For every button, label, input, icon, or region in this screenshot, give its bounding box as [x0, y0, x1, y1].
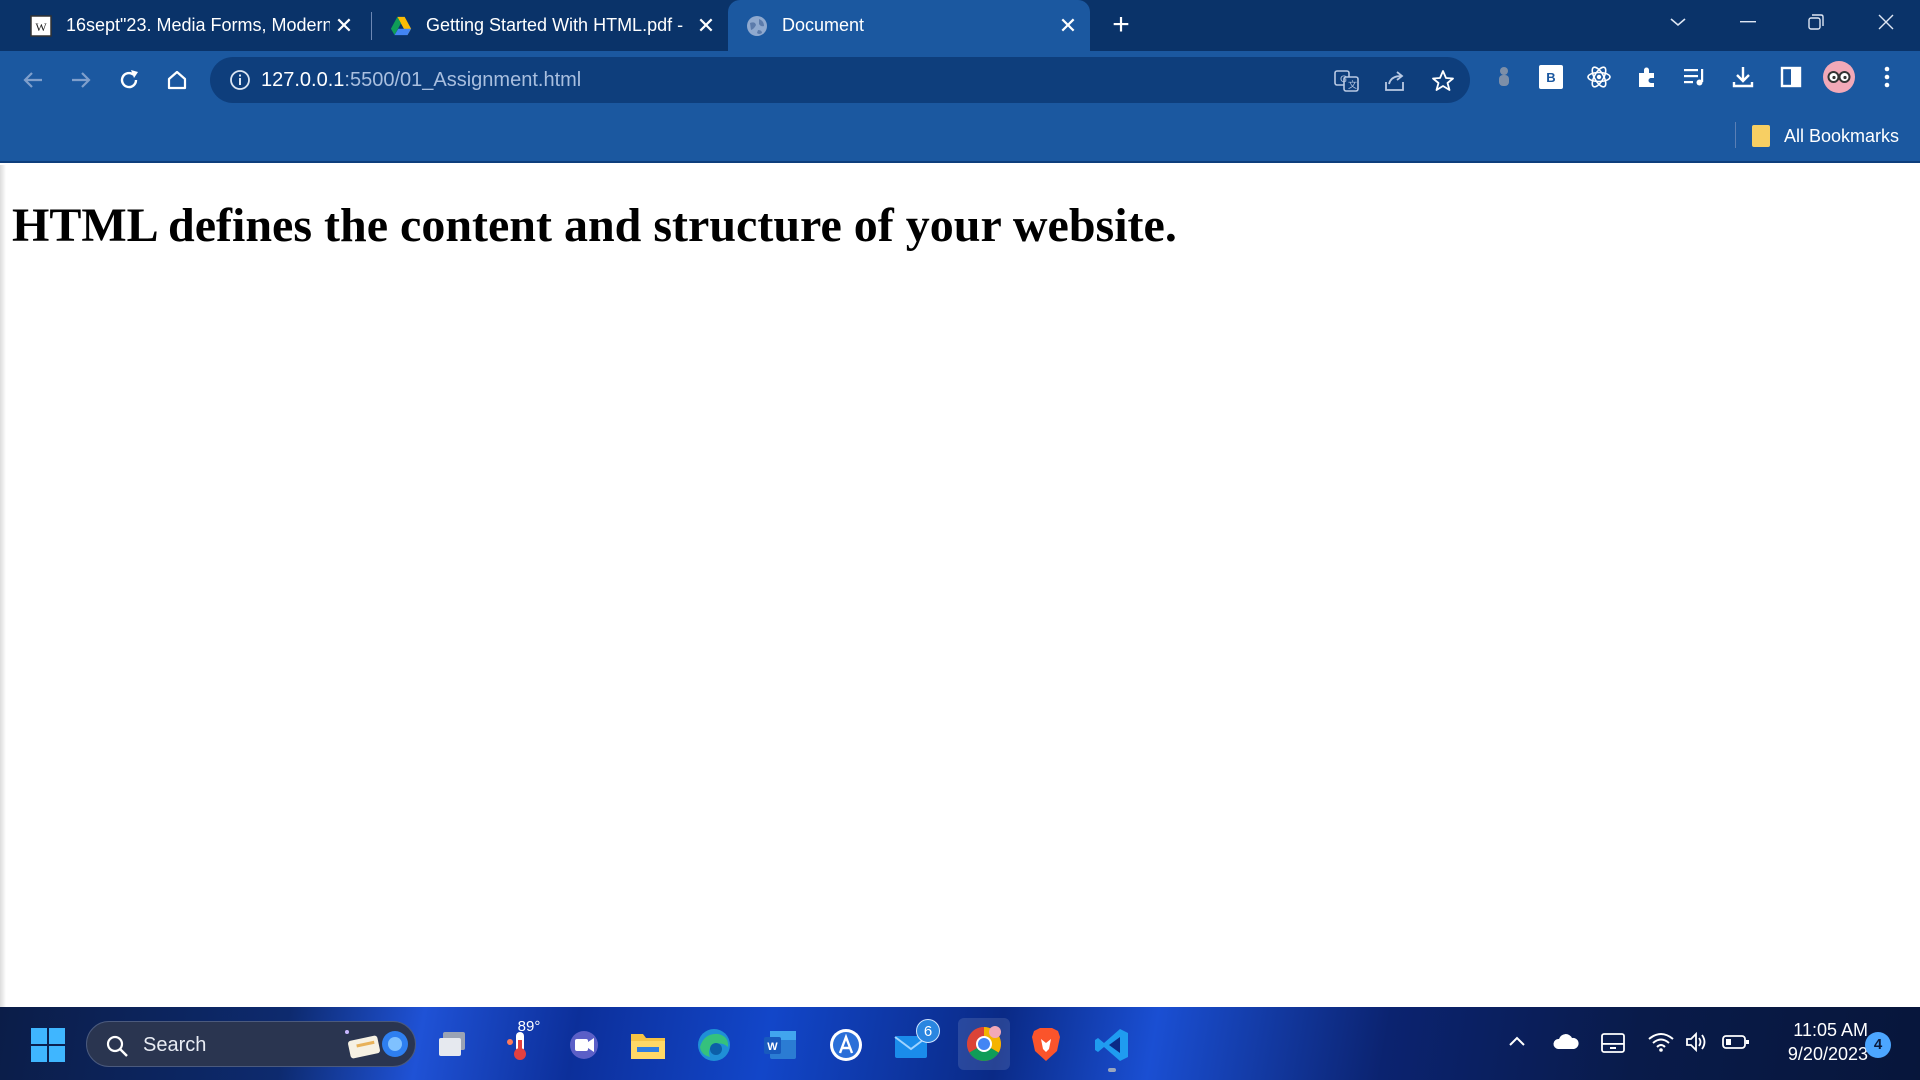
- windows-start-icon[interactable]: [30, 1027, 66, 1063]
- url-path: :5500/01_Assignment.html: [344, 69, 582, 91]
- edge-browser-icon[interactable]: [694, 1025, 734, 1065]
- volume-icon[interactable]: [1685, 1032, 1709, 1052]
- search-label: Search: [143, 1034, 207, 1056]
- profile-avatar[interactable]: [1822, 60, 1856, 94]
- wifi-icon[interactable]: [1648, 1032, 1674, 1052]
- bookmark-star-icon[interactable]: [1430, 68, 1456, 94]
- tab-title: Document: [782, 15, 865, 35]
- minimize-icon[interactable]: [1714, 0, 1782, 44]
- svg-text:W: W: [35, 20, 47, 34]
- close-window-icon[interactable]: [1852, 0, 1920, 44]
- tab-close-icon[interactable]: ✕: [330, 12, 358, 40]
- brave-browser-icon[interactable]: [1026, 1025, 1066, 1065]
- extensions-puzzle-icon[interactable]: [1632, 62, 1662, 92]
- task-view-icon[interactable]: [432, 1025, 472, 1065]
- mail-badge: 6: [916, 1019, 940, 1043]
- onedrive-cloud-icon[interactable]: [1552, 1033, 1580, 1051]
- search-highlight-art-icon: [339, 1024, 415, 1071]
- svg-text:W: W: [767, 1041, 778, 1053]
- word-icon[interactable]: W: [760, 1025, 800, 1065]
- vscode-icon[interactable]: [1092, 1025, 1132, 1065]
- show-hidden-icons-chevron-icon[interactable]: [1508, 1035, 1526, 1047]
- share-icon[interactable]: [1382, 68, 1408, 94]
- app-store-icon[interactable]: [826, 1025, 866, 1065]
- forward-arrow-icon[interactable]: [64, 63, 98, 97]
- extension-b-icon[interactable]: B: [1536, 62, 1566, 92]
- tab-search-chevron-icon[interactable]: [1644, 0, 1712, 44]
- all-bookmarks-button[interactable]: All Bookmarks: [1752, 122, 1899, 150]
- url-host: 127.0.0.1: [261, 69, 345, 91]
- home-icon[interactable]: [160, 63, 194, 97]
- viewport-edge-shadow: [0, 165, 6, 1007]
- back-arrow-icon[interactable]: [16, 63, 50, 97]
- weather-temperature: 89°: [517, 1018, 541, 1035]
- translate-icon[interactable]: G文: [1334, 68, 1360, 94]
- tab-document-active[interactable]: Document ✕: [728, 0, 1090, 51]
- windows-taskbar: Search 89° W 6: [0, 1007, 1920, 1080]
- tab-close-icon[interactable]: ✕: [692, 12, 720, 40]
- file-explorer-icon[interactable]: [628, 1025, 668, 1065]
- download-icon[interactable]: [1728, 62, 1758, 92]
- reload-icon[interactable]: [112, 63, 146, 97]
- search-icon: [105, 1034, 129, 1058]
- site-info-icon[interactable]: [228, 68, 252, 92]
- bookmarks-separator: [1735, 122, 1736, 148]
- taskbar-clock[interactable]: 11:05 AM 9/20/2023: [1762, 1018, 1868, 1066]
- tab-close-icon[interactable]: ✕: [1054, 12, 1082, 40]
- svg-text:G: G: [1340, 75, 1347, 85]
- kebab-menu-icon[interactable]: [1872, 62, 1902, 92]
- tab-title: 16sept"23. Media Forms, Modern: [66, 15, 330, 35]
- battery-icon[interactable]: [1722, 1034, 1750, 1050]
- side-panel-icon[interactable]: [1776, 62, 1806, 92]
- address-bar[interactable]: 127.0.0.1:5500/01_Assignment.html G文: [210, 57, 1470, 103]
- clock-time: 11:05 AM: [1793, 1020, 1868, 1040]
- folder-icon: [1752, 125, 1770, 147]
- bookmarks-bar: All Bookmarks: [0, 108, 1920, 163]
- page-viewport: HTML defines the content and structure o…: [0, 165, 1920, 1007]
- tab-getting-started-pdf[interactable]: Getting Started With HTML.pdf - ✕: [366, 0, 728, 51]
- all-bookmarks-label: All Bookmarks: [1784, 125, 1900, 146]
- extension-puppet-icon[interactable]: [1489, 62, 1519, 92]
- vscode-running-indicator: [1108, 1068, 1116, 1072]
- media-queue-icon[interactable]: [1680, 62, 1710, 92]
- restore-icon[interactable]: [1782, 0, 1850, 44]
- tab-title: Getting Started With HTML.pdf -: [426, 15, 684, 35]
- keyboard-layout-icon[interactable]: [1601, 1033, 1625, 1053]
- page-heading: HTML defines the content and structure o…: [12, 199, 1177, 252]
- taskbar-search-box[interactable]: Search: [86, 1021, 416, 1067]
- url-text: 127.0.0.1:5500/01_Assignment.html: [261, 69, 581, 92]
- react-devtools-icon[interactable]: [1584, 62, 1614, 92]
- extension-b-label: B: [1546, 70, 1555, 85]
- browser-toolbar: 127.0.0.1:5500/01_Assignment.html G文 B: [0, 51, 1920, 108]
- globe-icon: [746, 15, 768, 37]
- tab-strip: W 16sept"23. Media Forms, Modern ✕ Getti…: [0, 0, 1920, 51]
- tab-media-forms[interactable]: W 16sept"23. Media Forms, Modern ✕: [0, 0, 366, 51]
- google-drive-icon: [390, 15, 412, 37]
- clock-date: 9/20/2023: [1787, 1044, 1868, 1064]
- svg-text:文: 文: [1348, 79, 1357, 91]
- chrome-icon[interactable]: [958, 1018, 1010, 1070]
- teams-meet-icon[interactable]: [564, 1025, 604, 1065]
- document-favicon-icon: W: [30, 14, 52, 37]
- notification-badge[interactable]: 4: [1865, 1032, 1891, 1058]
- new-tab-button[interactable]: +: [1105, 10, 1137, 42]
